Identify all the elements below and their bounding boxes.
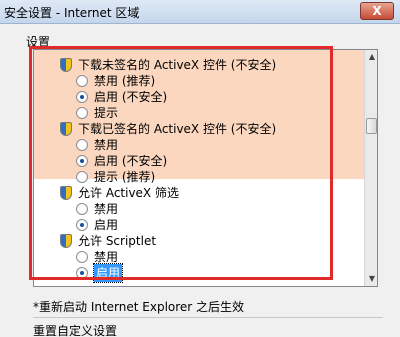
radio-button[interactable] [76,75,88,87]
settings-group-label: 设置 [26,35,51,49]
shield-icon [60,186,72,200]
restart-note: *重新启动 Internet Explorer 之后生效 [33,300,245,314]
close-button[interactable]: X [360,2,394,20]
radio-button[interactable] [76,139,88,151]
scroll-down-arrow-icon[interactable]: ▼ [365,272,377,286]
radio-button[interactable] [76,203,88,215]
radio-button[interactable] [76,107,88,119]
option-label-selected: 启用 [92,263,124,283]
reset-custom-settings-label: 重置自定义设置 [33,324,118,337]
divider [33,317,383,318]
radio-button-checked[interactable] [76,267,88,279]
radio-button-checked[interactable] [76,91,88,103]
radio-button-checked[interactable] [76,155,88,167]
radio-button-checked[interactable] [76,219,88,231]
title-bar: 安全设置 - Internet 区域 X [0,0,400,24]
shield-icon [60,122,72,136]
settings-list[interactable]: 下载未签名的 ActiveX 控件 (不安全) 禁用 (推荐) 启用 (不安全)… [33,49,378,287]
scroll-up-arrow-icon[interactable]: ▲ [365,50,377,64]
shield-icon [60,234,72,248]
window-title: 安全设置 - Internet 区域 [4,6,140,20]
radio-button[interactable] [76,251,88,263]
vertical-scrollbar[interactable]: ▲ ▼ [364,50,377,286]
scroll-thumb[interactable] [366,118,377,134]
shield-icon [60,58,72,72]
radio-button[interactable] [76,171,88,183]
